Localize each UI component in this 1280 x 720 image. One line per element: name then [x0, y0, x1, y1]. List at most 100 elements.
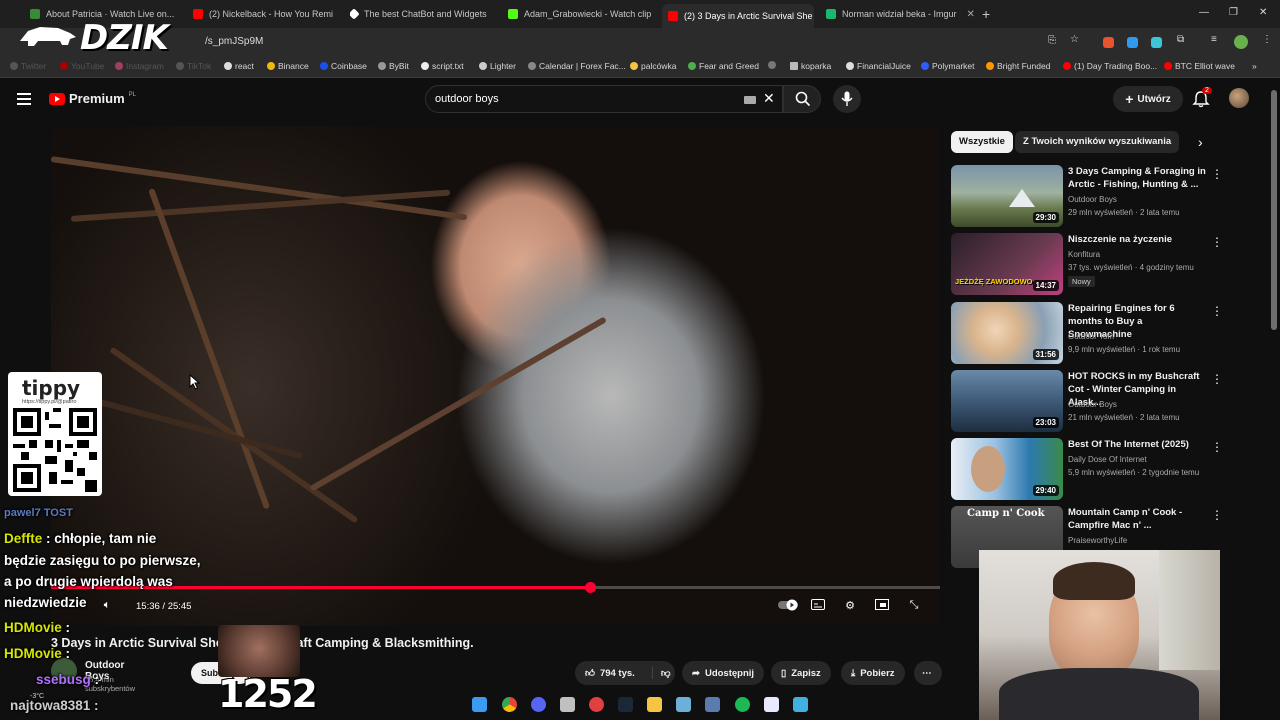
binance-icon	[267, 62, 275, 70]
recommendation-item[interactable]: 31:56 Repairing Engines for 6 months to …	[951, 302, 1223, 364]
more-options-icon[interactable]: ⋮	[1211, 167, 1223, 181]
app-icon[interactable]	[764, 697, 779, 712]
bookmark-item[interactable]: TikTok	[176, 61, 211, 71]
url-text[interactable]: /s_pmJSp9M	[205, 36, 263, 47]
youtube-icon	[1164, 62, 1172, 70]
app-icon[interactable]	[705, 697, 720, 712]
browser-tab[interactable]: Adam_Grabowiecki - Watch clip ✕	[508, 4, 656, 24]
share-button[interactable]: ➦ Udostępnij	[682, 661, 765, 685]
create-button[interactable]: + Utwórz	[1113, 86, 1183, 112]
bookmark-item[interactable]: Bright Funded	[986, 61, 1050, 71]
windows-start-icon[interactable]	[472, 697, 487, 712]
bookmark-item[interactable]: YouTube	[60, 61, 104, 71]
extension-icon[interactable]	[1127, 37, 1138, 48]
bookmark-star-icon[interactable]: ☆	[1070, 34, 1079, 45]
settings-gear-icon[interactable]: ⚙︎	[842, 599, 858, 613]
new-tab-button[interactable]: +	[982, 4, 996, 24]
keyboard-icon[interactable]	[744, 96, 756, 104]
minimize-icon[interactable]: —	[1199, 7, 1209, 18]
bookmark-item[interactable]: Fear and Greed	[688, 61, 759, 71]
notepad-icon[interactable]	[793, 697, 808, 712]
progress-scrubber-handle[interactable]	[584, 582, 596, 593]
download-button[interactable]: ⤓ Pobierz	[841, 661, 905, 685]
bookmark-item[interactable]: Instagram	[115, 61, 164, 71]
save-button[interactable]: ▯ Zapisz	[771, 661, 831, 685]
bookmark-item[interactable]: ByBit	[378, 61, 409, 71]
recommendation-item[interactable]: 29:30 3 Days Camping & Foraging in Arcti…	[951, 165, 1223, 227]
browser-tab[interactable]: The best ChatBot and Widgets ✕	[350, 4, 498, 24]
bookmark-item[interactable]: Lighter	[479, 61, 516, 71]
more-options-icon[interactable]: ⋮	[1211, 372, 1223, 386]
tippy-logo: tippy	[22, 376, 81, 400]
app-icon[interactable]	[589, 697, 604, 712]
more-actions-button[interactable]: ⋯	[914, 661, 942, 685]
autoplay-toggle[interactable]	[778, 599, 802, 613]
more-options-icon[interactable]: ⋮	[1211, 304, 1223, 318]
restore-icon[interactable]: ❐	[1229, 7, 1238, 18]
chips-next-icon[interactable]: ›	[1198, 134, 1203, 150]
search-button[interactable]	[783, 85, 821, 113]
bookmark-item[interactable]: Twitter	[10, 61, 46, 71]
video-thumbnail[interactable]: 29:30	[951, 165, 1063, 227]
bookmark-item[interactable]: Calendar | Forex Fac...	[528, 61, 626, 71]
close-tab-icon[interactable]: ✕	[497, 9, 498, 20]
close-tab-icon[interactable]: ✕	[967, 9, 974, 20]
address-bar[interactable]: /s_pmJSp9M ⎘ ☆ ⧉ ≡ ⋮	[0, 28, 1280, 56]
steam-icon[interactable]	[618, 697, 633, 712]
browser-tab[interactable]: Norman widział beka - Imgur ✕	[826, 4, 974, 24]
chip-all[interactable]: Wszystkie	[951, 131, 1013, 153]
video-thumbnail[interactable]: 23:03	[951, 370, 1063, 432]
menu-kebab-icon[interactable]: ⋮	[1262, 34, 1272, 45]
menu-hamburger-icon[interactable]	[17, 93, 31, 105]
more-options-icon[interactable]: ⋮	[1211, 440, 1223, 454]
bookmark-item[interactable]: script.txt	[421, 61, 464, 71]
recommendation-item[interactable]: 29:40 Best Of The Internet (2025) Daily …	[951, 438, 1223, 500]
more-options-icon[interactable]: ⋮	[1211, 235, 1223, 249]
install-icon[interactable]: ⎘	[1048, 35, 1056, 46]
discord-icon[interactable]	[531, 697, 546, 712]
profile-icon[interactable]	[1234, 35, 1248, 49]
recommendation-item[interactable]: 23:03 HOT ROCKS in my Bushcraft Cot - Wi…	[951, 370, 1223, 432]
browser-tab[interactable]: (2) Nickelback - How You Remi ✕	[193, 4, 341, 24]
browser-tab-active[interactable]: (2) 3 Days in Arctic Survival She ✕	[662, 4, 814, 28]
thumbs-down-icon[interactable]: 👎︎	[651, 667, 670, 679]
account-avatar[interactable]	[1229, 88, 1249, 108]
video-thumbnail[interactable]: 29:40	[951, 438, 1063, 500]
bookmark-folder[interactable]: koparka	[790, 61, 831, 71]
subtitles-icon[interactable]	[810, 599, 826, 613]
bookmark-item[interactable]: Coinbase	[320, 61, 367, 71]
bookmark-item[interactable]: (1) Day Trading Boo...	[1063, 61, 1157, 71]
more-bookmarks-icon[interactable]: »	[1252, 61, 1257, 71]
translate-extension-icon[interactable]	[1151, 37, 1162, 48]
recommendation-item[interactable]: JEŻDŻĘ ZAWODOWO 14:37 Niszczenie na życz…	[951, 233, 1223, 295]
bookmark-item[interactable]: BTC Elliot wave	[1164, 61, 1235, 71]
more-options-icon[interactable]: ⋮	[1211, 508, 1223, 522]
chip-from-search[interactable]: Z Twoich wyników wyszukiwania	[1015, 131, 1180, 153]
folder-icon[interactable]	[647, 697, 662, 712]
scrollbar[interactable]	[1271, 90, 1277, 330]
media-control-icon[interactable]: ≡	[1211, 34, 1217, 45]
voice-search-button[interactable]	[833, 85, 861, 113]
bookmark-item[interactable]: react	[224, 61, 254, 71]
miniplayer-icon[interactable]	[874, 599, 890, 613]
bookmark-item[interactable]: FinancialJuice	[846, 61, 911, 71]
close-window-icon[interactable]: ✕	[1259, 7, 1267, 18]
video-thumbnail[interactable]: JEŻDŻĘ ZAWODOWO 14:37	[951, 233, 1063, 295]
bookmark-item[interactable]: Polymarket	[921, 61, 975, 71]
search-input[interactable]: outdoor boys ✕	[425, 85, 783, 113]
video-thumbnail[interactable]: 31:56	[951, 302, 1063, 364]
bookmark-item[interactable]	[768, 61, 779, 69]
youtube-logo[interactable]: Premium PL	[49, 91, 136, 106]
app-icon[interactable]	[676, 697, 691, 712]
bookmark-item[interactable]: Binance	[267, 61, 309, 71]
app-icon[interactable]	[560, 697, 575, 712]
bookmark-item[interactable]: palcówka	[630, 61, 676, 71]
extensions-puzzle-icon[interactable]: ⧉	[1177, 34, 1184, 45]
like-button[interactable]: 👍︎ 794 tys. 👎︎	[575, 661, 675, 685]
fullscreen-icon[interactable]: ⤡	[906, 599, 922, 613]
clear-search-icon[interactable]: ✕	[763, 90, 775, 107]
chrome-icon[interactable]	[502, 697, 517, 712]
spotify-icon[interactable]	[735, 697, 750, 712]
weather-text: -3°C	[30, 693, 45, 700]
brave-extension-icon[interactable]	[1103, 37, 1114, 48]
